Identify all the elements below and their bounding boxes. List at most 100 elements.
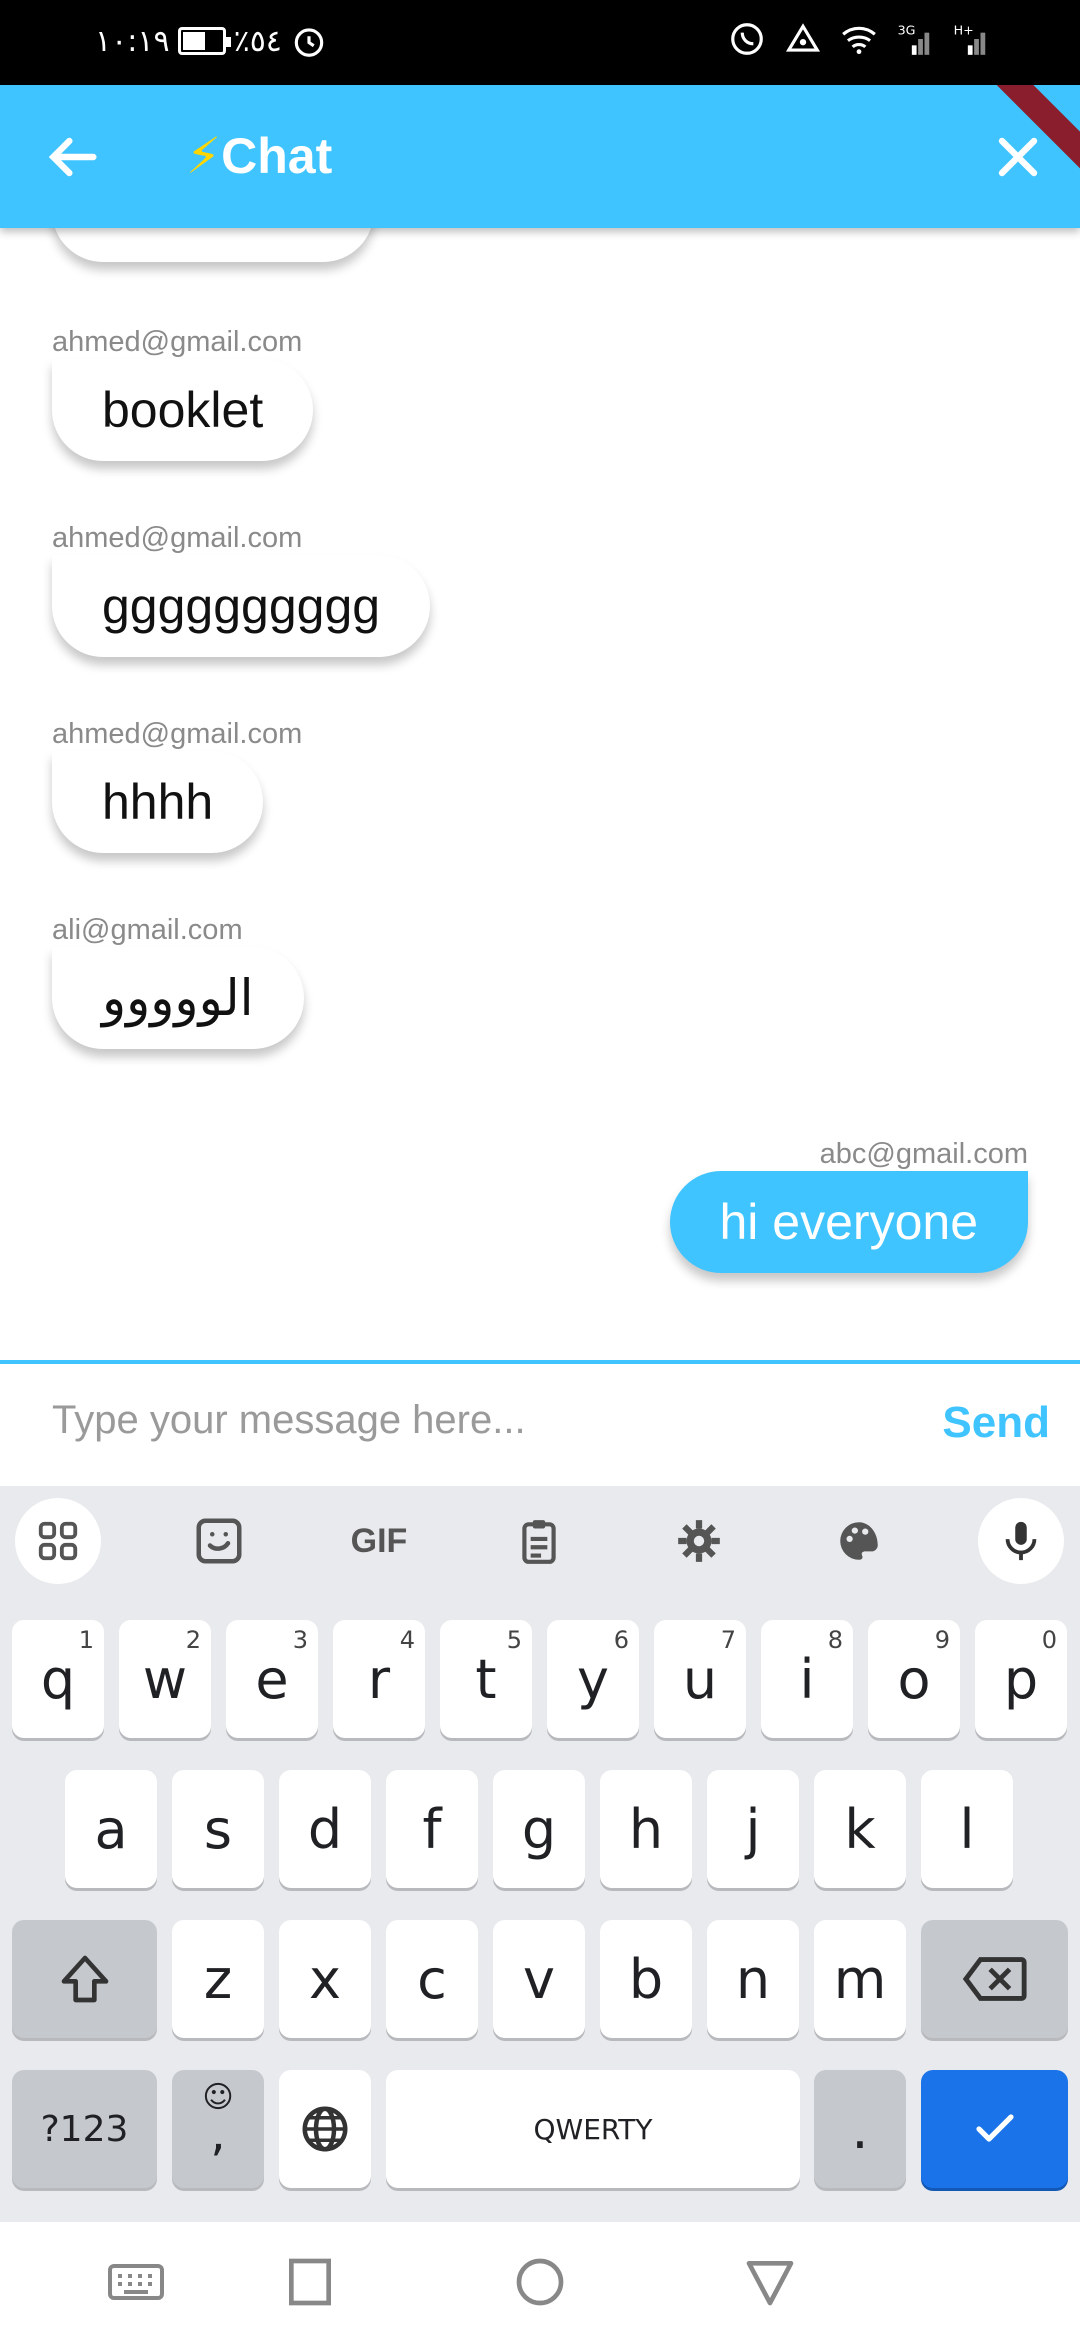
microphone-icon[interactable] (978, 1498, 1064, 1584)
key-hint: 3 (292, 1626, 308, 1654)
key-a[interactable]: a (65, 1770, 157, 1888)
key-q[interactable]: q1 (12, 1620, 104, 1738)
key-e[interactable]: e3 (226, 1620, 318, 1738)
key-y[interactable]: y6 (547, 1620, 639, 1738)
apps-grid-icon[interactable] (15, 1498, 101, 1584)
message-bubble: hhhh (52, 751, 264, 853)
message-sender: ahmed@gmail.com (52, 718, 303, 750)
recents-icon[interactable] (280, 2254, 340, 2310)
clipboard-icon[interactable] (496, 1498, 582, 1584)
app-bar: ⚡ Chat (0, 85, 1080, 228)
key-i[interactable]: i8 (761, 1620, 853, 1738)
key-x[interactable]: x (279, 1920, 371, 2038)
key-j[interactable]: j (707, 1770, 799, 1888)
key-b[interactable]: b (600, 1920, 692, 2038)
key-t[interactable]: t5 (440, 1620, 532, 1738)
status-time: ١٠:١٩ (95, 23, 170, 59)
message-item: ahmed@gmail.com booklet (52, 326, 314, 461)
key-d[interactable]: d (279, 1770, 371, 1888)
svg-text:H+: H+ (954, 22, 974, 37)
key-r[interactable]: r4 (333, 1620, 425, 1738)
key-label: e (255, 1647, 289, 1711)
key-z[interactable]: z (172, 1920, 264, 2038)
key-hint: 2 (185, 1626, 201, 1654)
sticker-icon[interactable] (176, 1498, 262, 1584)
key-hint: 0 (1041, 1626, 1057, 1654)
shift-icon (61, 1955, 108, 2003)
key-s[interactable]: s (172, 1770, 264, 1888)
key-c[interactable]: c (386, 1920, 478, 2038)
key-w[interactable]: w2 (119, 1620, 211, 1738)
key-label: p (1003, 1647, 1039, 1711)
key-l[interactable]: l (921, 1770, 1013, 1888)
emoji-comma-key[interactable]: ☺ , (172, 2070, 264, 2188)
page-title-text: Chat (221, 128, 333, 184)
period-key[interactable]: . (814, 2070, 906, 2188)
key-label: o (897, 1647, 931, 1711)
key-v[interactable]: v (493, 1920, 585, 2038)
symbols-key[interactable]: ?123 (12, 2070, 157, 2188)
key-hint: 1 (78, 1626, 94, 1654)
key-label: i (799, 1647, 815, 1711)
drive-icon (785, 23, 821, 52)
key-h[interactable]: h (600, 1770, 692, 1888)
system-nav-bar (0, 2222, 1080, 2340)
message-bubble-mine: hi everyone (669, 1171, 1028, 1273)
wifi-icon (842, 26, 876, 55)
palette-icon[interactable] (816, 1498, 902, 1584)
key-label: , (210, 2106, 226, 2162)
key-f[interactable]: f (386, 1770, 478, 1888)
globe-key[interactable] (279, 2070, 371, 2188)
message-sender: ahmed@gmail.com (52, 522, 303, 554)
shift-key[interactable] (12, 1920, 157, 2038)
key-u[interactable]: u7 (654, 1620, 746, 1738)
message-item: ahmed@gmail.com hhhh (52, 718, 302, 853)
key-k[interactable]: k (814, 1770, 906, 1888)
arrow-back-icon[interactable] (40, 125, 104, 189)
status-bar: ١٠:١٩ ٪٥٤ 3G H+ (0, 0, 1080, 85)
page-title: ⚡ Chat (186, 127, 332, 185)
back-icon[interactable] (740, 2254, 800, 2310)
message-item: ali@gmail.com الووووو (52, 914, 304, 1049)
key-hint: 4 (399, 1626, 415, 1654)
lightning-icon: ⚡ (186, 128, 222, 184)
enter-key[interactable] (921, 2070, 1068, 2188)
home-icon[interactable] (510, 2254, 570, 2310)
alarm-icon (294, 28, 324, 57)
message-list[interactable]: hhhhhhhh ahmed@gmail.com booklet ahmed@g… (0, 228, 1080, 1360)
backspace-icon (962, 1957, 1027, 2001)
checkmark-icon (975, 2114, 1014, 2142)
message-bubble: booklet (52, 359, 314, 461)
close-icon[interactable] (986, 125, 1050, 189)
signal-hplus-icon: H+ (954, 22, 986, 55)
send-button[interactable]: Send (942, 1398, 1050, 1448)
space-key[interactable]: QWERTY (386, 2070, 800, 2188)
signal-3g-icon: 3G (898, 22, 930, 55)
key-label: r (367, 1647, 391, 1711)
svg-text:3G: 3G (898, 22, 916, 37)
key-label: q (40, 1647, 76, 1711)
key-m[interactable]: m (814, 1920, 906, 2038)
message-item: hhhhhhhh (52, 228, 375, 262)
backspace-key[interactable] (921, 1920, 1068, 2038)
key-p[interactable]: p0 (975, 1620, 1067, 1738)
message-bubble: الووووو (52, 947, 304, 1049)
keyboard-icon[interactable] (106, 2254, 166, 2310)
key-label: y (577, 1647, 609, 1711)
key-label: t (475, 1647, 497, 1711)
settings-icon[interactable] (656, 1498, 742, 1584)
key-o[interactable]: o9 (868, 1620, 960, 1738)
message-composer: Type your message here... Send (0, 1360, 1080, 1486)
key-g[interactable]: g (493, 1770, 585, 1888)
message-item: ahmed@gmail.com gggggggggg (52, 522, 431, 657)
message-input[interactable]: Type your message here... (52, 1398, 526, 1443)
key-label: w (142, 1647, 188, 1711)
key-hint: 7 (720, 1626, 736, 1654)
soft-keyboard: GIF q1 w2 e3 r4 t5 y6 u7 i8 o9 p0 a s d … (0, 1486, 1080, 2222)
gif-button[interactable]: GIF (336, 1498, 422, 1584)
key-n[interactable]: n (707, 1920, 799, 2038)
globe-icon (302, 2106, 348, 2152)
message-item-mine: abc@gmail.com hi everyone (669, 1138, 1028, 1273)
message-sender: ali@gmail.com (52, 914, 243, 946)
message-bubble: hhhhhhhh (52, 228, 375, 262)
